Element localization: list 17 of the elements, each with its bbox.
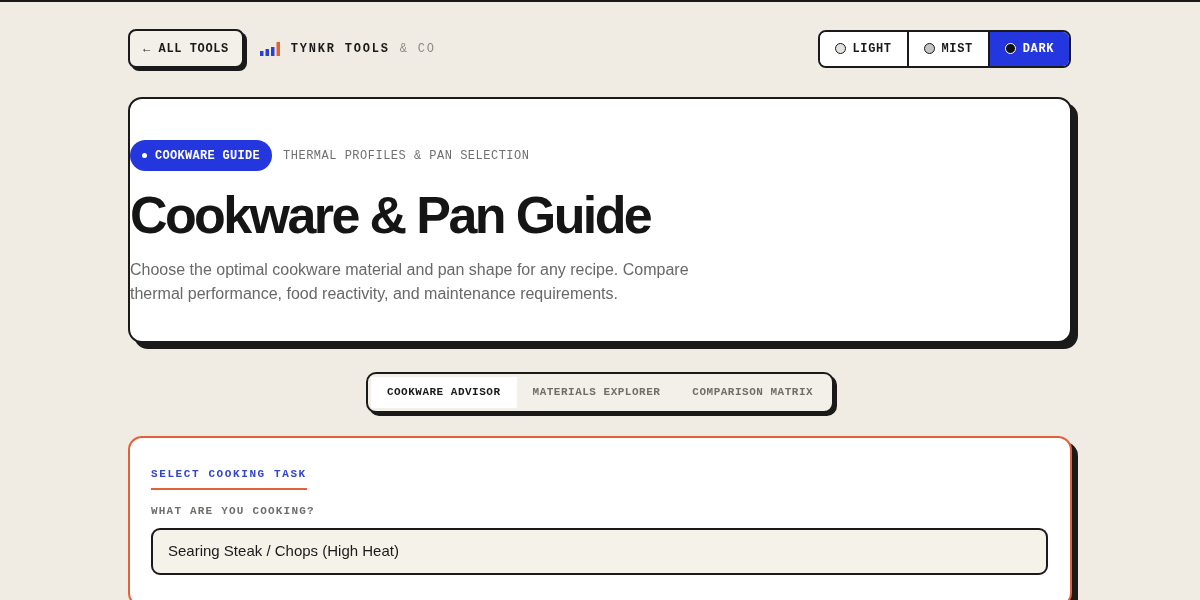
section-heading: SELECT COOKING TASK (151, 466, 307, 490)
theme-option[interactable]: DARK (987, 31, 1069, 66)
theme-option[interactable]: LIGHT (819, 31, 907, 66)
all-tools-button[interactable]: ← ALL TOOLS (128, 29, 244, 68)
brand-name: TYNKR TOOLS (290, 40, 390, 58)
brand-suffix: & CO (399, 40, 436, 58)
field-label: WHAT ARE YOU COOKING? (151, 503, 316, 519)
cooking-task-select[interactable]: Searing Steak / Chops (High Heat) (151, 528, 1048, 575)
hero-subtitle: THERMAL PROFILES & PAN SELECTION (283, 147, 530, 165)
page-title: Cookware & Pan Guide (130, 187, 652, 243)
tab[interactable]: MATERIALS EXPLORER (516, 377, 677, 408)
category-badge: COOKWARE GUIDE (130, 140, 273, 171)
hero-description: Choose the optimal cookware material and pan shape for any recipe. Compare thermal performance, food reactivity, and maintenance requirements. (130, 260, 690, 304)
tab[interactable]: COMPARISON MATRIX (676, 377, 830, 408)
tab[interactable]: COOKWARE ADVISOR (370, 377, 517, 408)
bar-chart-logo-icon (259, 41, 281, 56)
theme-option[interactable]: MIST (906, 31, 988, 66)
